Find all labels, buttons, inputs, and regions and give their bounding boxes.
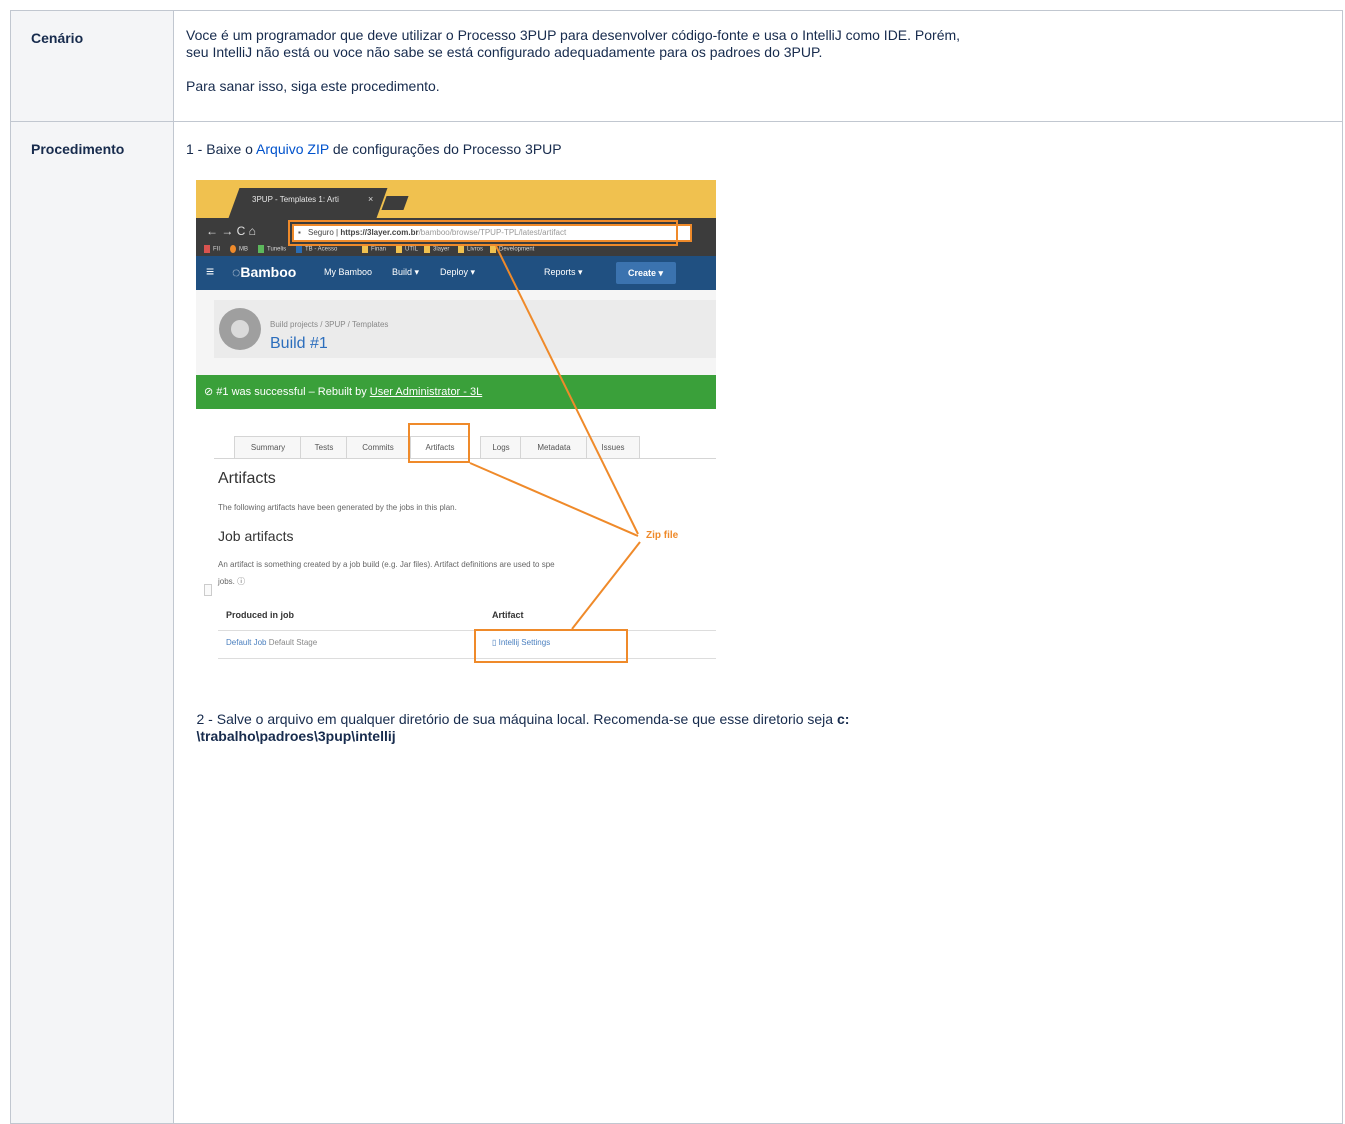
step-1-prefix: 1 - Baixe o [186, 141, 257, 157]
scenario-label: Cenário [31, 30, 84, 46]
scenario-header-cell: Cenário [10, 10, 174, 122]
zip-file-link[interactable]: Arquivo ZIP [256, 141, 329, 157]
scenario-content-cell: Voce é um programador que deve utilizar … [173, 10, 1343, 122]
scenario-line-1: Voce é um programador que deve utilizar … [186, 27, 961, 43]
procedure-label: Procedimento [31, 141, 125, 157]
step-1-suffix: de configurações do Processo 3PUP [328, 141, 562, 157]
bamboo-screenshot: 3PUP - Templates 1: Arti × ← → C ⌂ ▪ Seg… [196, 180, 716, 682]
zip-file-annotation: Zip file [646, 530, 679, 541]
arrow-tab [469, 462, 639, 537]
step-2: 2 - Salve o arquivo em qualquer diretóri… [197, 711, 1337, 745]
arrow-url [495, 245, 639, 535]
step-1: 1 - Baixe o Arquivo ZIP de configurações… [186, 141, 1342, 158]
step-2-path-part1: c: [836, 710, 850, 727]
scenario-line-3: Para sanar isso, siga este procedimento. [186, 78, 440, 94]
step-2-path-part2: \trabalho\padroes\3pup\intellij [196, 727, 396, 744]
annotation-arrows [469, 245, 641, 630]
step-2-text: 2 - Salve o arquivo em qualquer diretóri… [196, 710, 837, 727]
scenario-line-2: seu IntelliJ não está ou voce não sabe s… [186, 44, 823, 60]
procedure-header-cell: Procedimento [10, 121, 174, 1124]
arrow-artifact [571, 541, 641, 630]
